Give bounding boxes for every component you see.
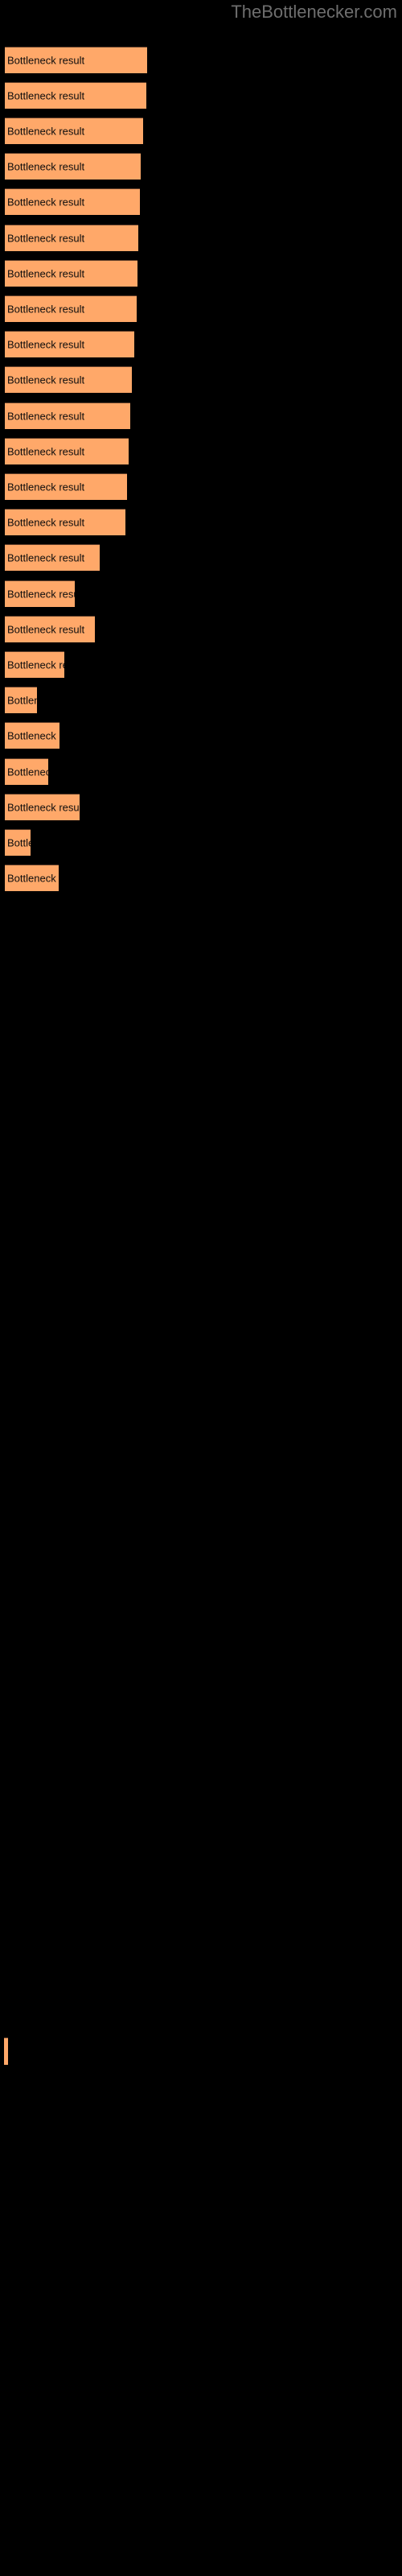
bar-chart-bar: Bottleneck result — [5, 758, 48, 785]
bar-chart-bar: Bottleneck result — [5, 651, 64, 678]
bar-label: Bottleneck result — [7, 196, 85, 208]
bar-label: Bottleneck result — [7, 836, 31, 849]
bar-chart-bar: Bottleneck result — [5, 829, 31, 856]
bar-label: Bottleneck result — [7, 481, 85, 493]
bar-label: Bottleneck result — [7, 374, 85, 386]
bar-chart-bar: Bottleneck result — [5, 188, 140, 215]
bar-label: Bottleneck result — [7, 551, 85, 564]
legend-color-swatch-icon — [4, 2037, 8, 2065]
bar-chart-bar: Bottleneck result — [5, 473, 127, 500]
bar-label: Bottleneck result — [7, 658, 64, 671]
bar-chart-bar: Bottleneck result — [5, 794, 80, 820]
bar-label: Bottleneck result — [7, 766, 48, 778]
bar-chart-bar: Bottleneck result — [5, 722, 59, 749]
bar-label: Bottleneck result — [7, 801, 80, 814]
bar-chart-bar: Bottleneck result — [5, 580, 75, 607]
bar-chart-bar: Bottleneck result — [5, 153, 141, 180]
bar-chart-bar: Bottleneck result — [5, 865, 59, 891]
bar-label: Bottleneck result — [7, 267, 85, 280]
bar-label: Bottleneck result — [7, 445, 85, 458]
bar-chart-bar: Bottleneck result — [5, 47, 147, 73]
bar-chart-bar: Bottleneck result — [5, 118, 143, 144]
bar-chart-bar: Bottleneck result — [5, 260, 137, 287]
bar-label: Bottleneck result — [7, 410, 85, 423]
bar-chart-bar: Bottleneck result — [5, 438, 129, 464]
bar-label: Bottleneck result — [7, 516, 85, 529]
bar-chart-bar: Bottleneck result — [5, 509, 125, 535]
bar-label: Bottleneck result — [7, 303, 85, 316]
bar-label: Bottleneck result — [7, 872, 59, 885]
bar-label: Bottleneck result — [7, 694, 37, 707]
bar-label: Bottleneck result — [7, 54, 85, 67]
bar-chart-bar: Bottleneck result — [5, 544, 100, 571]
bar-chart-bar: Bottleneck result — [5, 402, 130, 429]
bar-chart-bar: Bottleneck result — [5, 225, 138, 251]
bar-label: Bottleneck result — [7, 729, 59, 742]
bar-chart-bar: Bottleneck result — [5, 82, 146, 109]
bar-chart-bar: Bottleneck result — [5, 331, 134, 357]
bar-label: Bottleneck result — [7, 89, 85, 102]
bar-label: Bottleneck result — [7, 160, 85, 173]
bar-label: Bottleneck result — [7, 588, 75, 601]
bar-chart-bar: Bottleneck result — [5, 295, 137, 322]
bottleneck-chart-page: TheBottlenecker.com Bottleneck result Bot… — [0, 0, 402, 2576]
bar-chart-bar: Bottleneck result — [5, 616, 95, 642]
bar-label: Bottleneck result — [7, 338, 85, 351]
bar-label: Bottleneck result — [7, 125, 85, 138]
bar-chart-plot-area: Bottleneck result Bottleneck result Bottle… — [0, 0, 402, 2576]
bar-chart-bar: Bottleneck result — [5, 366, 132, 393]
bar-chart-bar: Bottleneck result — [5, 687, 37, 713]
bar-label: Bottleneck result — [7, 232, 85, 245]
bar-label: Bottleneck result — [7, 623, 85, 636]
